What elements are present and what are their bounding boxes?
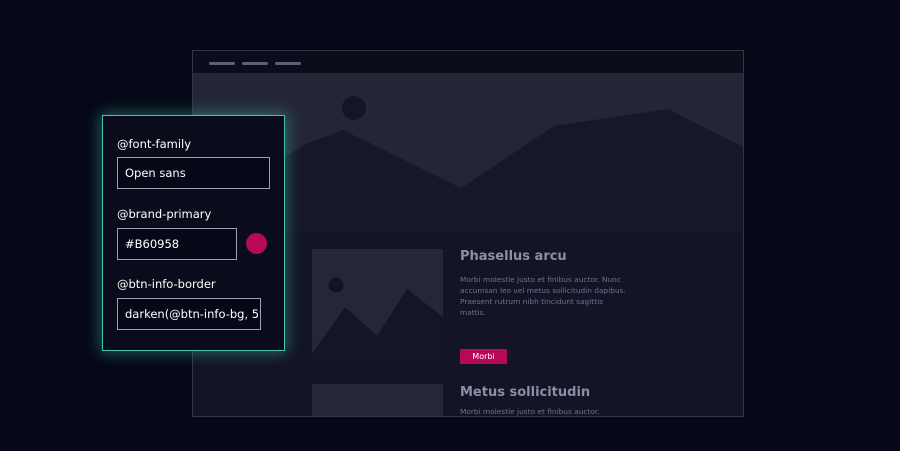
- brand-primary-label: @brand-primary: [117, 207, 212, 221]
- brand-primary-color-swatch[interactable]: [246, 233, 267, 254]
- card-title: Metus sollicitudin: [460, 385, 591, 400]
- browser-tab-placeholder[interactable]: [275, 62, 301, 65]
- browser-toolbar: [193, 51, 743, 73]
- card-title: Phasellus arcu: [460, 249, 567, 264]
- content-card: Metus sollicitudin Morbi molestie justo …: [193, 384, 743, 416]
- theme-variables-panel: @font-family Open sans @brand-primary #B…: [102, 115, 285, 351]
- btn-info-border-label: @btn-info-border: [117, 277, 216, 291]
- image-placeholder-icon: [312, 384, 443, 416]
- card-body-text: Morbi molestie justo et finibus auctor.: [460, 407, 600, 416]
- image-placeholder-icon: [312, 249, 443, 365]
- card-body-text: Morbi molestie justo et finibus auctor. …: [460, 275, 626, 317]
- card-action-button[interactable]: Morbi: [460, 349, 507, 364]
- btn-info-border-input[interactable]: darken(@btn-info-bg, 5%): [117, 298, 261, 330]
- brand-primary-input[interactable]: #B60958: [117, 228, 237, 260]
- font-family-input[interactable]: Open sans: [117, 157, 270, 189]
- browser-tab-placeholder[interactable]: [242, 62, 268, 65]
- card-image-placeholder: [312, 384, 443, 416]
- card-image-placeholder: [312, 249, 443, 365]
- browser-tab-placeholder[interactable]: [209, 62, 235, 65]
- font-family-label: @font-family: [117, 137, 192, 151]
